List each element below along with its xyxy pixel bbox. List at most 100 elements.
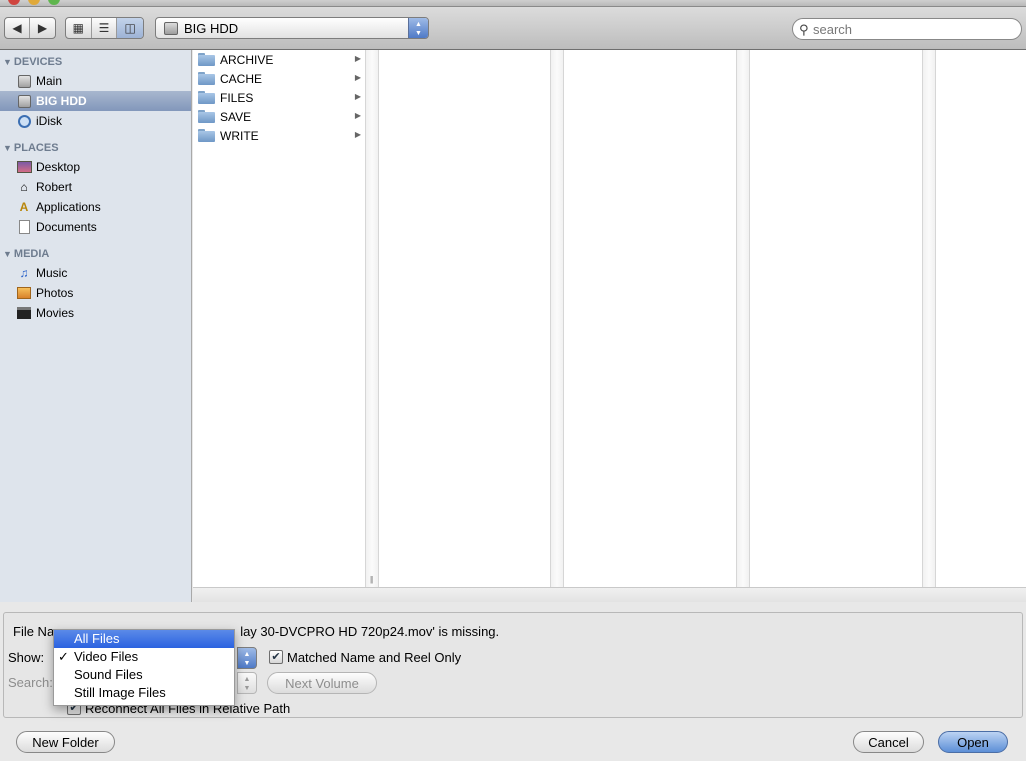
minimize-window-button[interactable] — [28, 0, 40, 5]
sidebar-item-label: Applications — [36, 200, 101, 214]
forward-arrow-icon[interactable]: ▶ — [30, 18, 55, 38]
location-popup[interactable]: BIG HDD ▲ ▼ — [155, 17, 429, 39]
open-button[interactable]: Open — [938, 731, 1008, 753]
sidebar-section-devices: ▼ DEVICES — [3, 56, 62, 68]
sidebar-item-label: iDisk — [36, 114, 62, 128]
section-title: DEVICES — [13, 56, 63, 68]
sidebar-item-music[interactable]: ♫ Music — [0, 263, 191, 283]
menu-item-video-files[interactable]: ✓ Video Files — [54, 648, 234, 666]
column-resize-handle[interactable]: || — [365, 50, 379, 587]
menu-item-sound-files[interactable]: Sound Files — [54, 666, 234, 684]
disclosure-triangle-icon[interactable]: ▼ — [3, 143, 12, 153]
column-browser: ARCHIVE ▶ CACHE ▶ FILES ▶ SAVE ▶ WRITE ▶ || — [193, 50, 1026, 602]
browser-column-2 — [379, 50, 551, 587]
search-field[interactable]: ⚲ — [792, 18, 1022, 40]
show-label: Show: — [8, 650, 45, 665]
sidebar-item-big-hdd[interactable]: BIG HDD — [0, 91, 191, 111]
music-icon: ♫ — [19, 266, 29, 280]
menu-item-all-files[interactable]: All Files — [54, 630, 234, 648]
show-popup-stepper[interactable]: ▲ ▼ — [237, 647, 257, 669]
disclosure-arrow-icon: ▶ — [354, 130, 361, 139]
folder-icon — [198, 53, 215, 66]
browser-column-1: ARCHIVE ▶ CACHE ▶ FILES ▶ SAVE ▶ WRITE ▶ — [193, 50, 365, 587]
sidebar-item-label: Robert — [36, 180, 73, 194]
column-view-icon[interactable]: ◫ — [117, 18, 143, 38]
folder-name: CACHE — [220, 71, 263, 86]
column-divider[interactable] — [550, 50, 564, 587]
disclosure-triangle-icon[interactable]: ▼ — [3, 249, 12, 259]
browser-column-3 — [564, 50, 736, 587]
matched-name-checkbox[interactable]: ✔ — [269, 650, 283, 664]
disclosure-arrow-icon: ▶ — [354, 92, 361, 101]
sidebar-section-places: ▼ PLACES — [3, 142, 59, 154]
menu-item-label: Sound Files — [74, 667, 143, 682]
applications-icon: A — [19, 200, 29, 214]
folder-row-write[interactable]: WRITE ▶ — [193, 126, 365, 145]
photos-icon — [16, 286, 32, 301]
disclosure-arrow-icon: ▶ — [354, 111, 361, 120]
hard-disk-icon — [16, 74, 32, 89]
folder-row-save[interactable]: SAVE ▶ — [193, 107, 365, 126]
back-arrow-icon[interactable]: ◀ — [5, 18, 30, 38]
menu-item-still-image-files[interactable]: Still Image Files — [54, 684, 234, 702]
sidebar-item-main[interactable]: Main — [0, 71, 191, 91]
menu-item-label: Video Files — [74, 649, 139, 664]
sidebar-item-photos[interactable]: Photos — [0, 283, 191, 303]
browser-column-4 — [750, 50, 922, 587]
icon-view-icon[interactable]: ▦ — [66, 18, 92, 38]
folder-name: FILES — [220, 90, 254, 105]
sidebar-item-label: Photos — [36, 286, 74, 300]
sidebar-item-idisk[interactable]: iDisk — [0, 111, 191, 131]
next-volume-button[interactable]: Next Volume — [267, 672, 377, 694]
new-folder-button[interactable]: New Folder — [16, 731, 115, 753]
folder-row-files[interactable]: FILES ▶ — [193, 88, 365, 107]
sidebar-item-label: Desktop — [36, 160, 81, 174]
folder-icon — [198, 129, 215, 142]
folder-name: ARCHIVE — [220, 52, 274, 67]
browser-column-5 — [936, 50, 1026, 587]
menu-item-label: Still Image Files — [74, 685, 166, 700]
horizontal-scrollbar[interactable] — [193, 587, 1026, 602]
resize-grip-icon: || — [370, 575, 373, 584]
sidebar-item-label: Main — [36, 74, 63, 88]
sidebar-item-movies[interactable]: Movies — [0, 303, 191, 323]
search-popup-stepper[interactable]: ▲ ▼ — [237, 672, 257, 694]
disclosure-triangle-icon[interactable]: ▼ — [3, 57, 12, 67]
close-window-button[interactable] — [8, 0, 20, 5]
matched-name-label: Matched Name and Reel Only — [287, 650, 462, 665]
folder-row-cache[interactable]: CACHE ▶ — [193, 69, 365, 88]
documents-icon — [16, 220, 32, 235]
folder-name: WRITE — [220, 128, 259, 143]
checkmark-icon: ✓ — [58, 649, 69, 664]
sidebar-item-robert[interactable]: ⌂ Robert — [0, 177, 191, 197]
search-input[interactable] — [813, 21, 1013, 37]
column-divider[interactable] — [922, 50, 936, 587]
message-prefix: File Na — [13, 624, 55, 639]
folder-icon — [198, 72, 215, 85]
movies-icon — [16, 306, 32, 321]
cancel-button[interactable]: Cancel — [853, 731, 924, 753]
sidebar-item-documents[interactable]: Documents — [0, 217, 191, 237]
home-icon: ⌂ — [20, 180, 28, 194]
sidebar-item-desktop[interactable]: Desktop — [0, 157, 191, 177]
message-suffix: lay 30-DVCPRO HD 720p24.mov' is missing. — [240, 624, 500, 639]
sidebar-item-label: Music — [36, 266, 68, 280]
disclosure-arrow-icon: ▶ — [354, 73, 361, 82]
sidebar-item-applications[interactable]: A Applications — [0, 197, 191, 217]
sidebar: ▼ DEVICES Main BIG HDD iDisk ▼ PLACES Desk… — [0, 50, 192, 602]
folder-name: SAVE — [220, 109, 252, 124]
popup-stepper-icon: ▲ ▼ — [408, 18, 428, 38]
menu-item-label: All Files — [74, 631, 120, 646]
sidebar-item-label: Documents — [36, 220, 97, 234]
sidebar-section-media: ▼ MEDIA — [3, 248, 49, 260]
folder-icon — [198, 91, 215, 104]
hard-disk-icon — [164, 22, 178, 35]
folder-icon — [198, 110, 215, 123]
folder-row-archive[interactable]: ARCHIVE ▶ — [193, 50, 365, 69]
view-mode-control: ▦ ☰ ◫ — [65, 17, 144, 39]
column-divider[interactable] — [736, 50, 750, 587]
search-label: Search: — [8, 675, 53, 690]
back-forward-control: ◀ ▶ — [4, 17, 56, 39]
list-view-icon[interactable]: ☰ — [92, 18, 118, 38]
zoom-window-button[interactable] — [48, 0, 60, 5]
